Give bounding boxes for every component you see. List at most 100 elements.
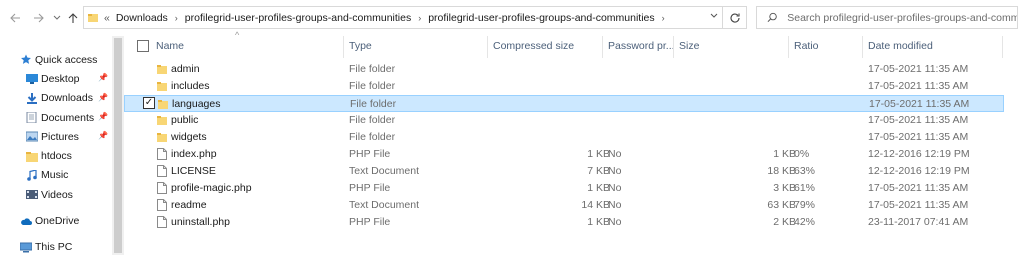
file-password-protected: No xyxy=(608,148,622,160)
pin-icon[interactable]: 📌 xyxy=(98,112,108,121)
file-date-modified: 23-11-2017 07:41 AM xyxy=(868,216,969,228)
file-date-modified: 17-05-2021 11:35 AM xyxy=(868,182,969,194)
column-header-row: ^ Name Type Compressed size Password pr.… xyxy=(124,30,1024,58)
search-input[interactable]: Search profilegrid-user-profiles-groups-… xyxy=(756,6,1018,29)
file-row[interactable]: includes File folder 17-05-2021 11:35 AM xyxy=(124,78,1004,95)
file-size: 18 KB xyxy=(767,165,796,177)
address-overflow[interactable]: « xyxy=(104,12,110,24)
computer-icon xyxy=(20,242,32,253)
column-header-ratio[interactable]: Ratio xyxy=(794,40,819,52)
file-ratio: 0% xyxy=(794,148,810,160)
address-dropdown-icon[interactable] xyxy=(710,11,718,22)
sidebar-item-quick-access[interactable]: Quick access xyxy=(0,50,112,69)
pin-icon[interactable]: 📌 xyxy=(98,131,108,140)
sidebar-item-label: Music xyxy=(41,169,69,182)
file-list: ^ Name Type Compressed size Password pr.… xyxy=(124,30,1024,255)
file-row[interactable]: widgets File folder 17-05-2021 11:35 AM xyxy=(124,129,1004,146)
search-icon xyxy=(767,12,777,23)
column-divider[interactable] xyxy=(602,36,603,58)
file-row[interactable]: LICENSE Text Document 7 KB No 18 KB 63% 12-12-… xyxy=(124,163,1004,180)
pictures-icon xyxy=(26,131,38,142)
column-divider[interactable] xyxy=(862,36,863,58)
sort-ascending-icon: ^ xyxy=(235,30,240,40)
folder-icon xyxy=(88,13,98,22)
file-size: 3 KB xyxy=(773,182,796,194)
sidebar-item-label: Documents xyxy=(41,111,95,124)
column-header-password[interactable]: Password pr... xyxy=(608,40,675,52)
column-header-type[interactable]: Type xyxy=(349,40,372,52)
file-name: LICENSE xyxy=(171,165,216,177)
sidebar-item-documents[interactable]: Documents 📌 xyxy=(0,108,112,127)
file-password-protected: No xyxy=(608,216,622,228)
file-icon xyxy=(157,148,167,160)
sidebar-item-htdocs[interactable]: htdocs xyxy=(0,146,112,165)
chevron-right-icon[interactable]: › xyxy=(175,13,178,23)
file-type: PHP File xyxy=(349,182,391,194)
folder-icon xyxy=(158,98,168,110)
file-row[interactable]: ✓ languages File folder 17-05-2021 11:35 AM xyxy=(124,95,1004,112)
chevron-right-icon[interactable]: › xyxy=(662,13,665,23)
chevron-right-icon[interactable]: › xyxy=(418,13,421,23)
sidebar-item-desktop[interactable]: Desktop 📌 xyxy=(0,69,112,88)
file-type: Text Document xyxy=(349,199,420,211)
file-compressed-size: 1 KB xyxy=(587,182,610,194)
column-header-compressed-size[interactable]: Compressed size xyxy=(493,40,574,52)
file-row[interactable]: index.php PHP File 1 KB No 1 KB 0% 12-12-2016 … xyxy=(124,146,1004,163)
arrow-right-icon[interactable] xyxy=(30,8,48,28)
folder-icon xyxy=(157,114,167,126)
column-divider[interactable] xyxy=(487,36,488,58)
scrollbar-thumb[interactable] xyxy=(114,38,122,253)
file-row[interactable]: profile-magic.php PHP File 1 KB No 3 KB 61% 17… xyxy=(124,180,1004,197)
file-ratio: 61% xyxy=(794,182,816,194)
pin-icon[interactable]: 📌 xyxy=(98,73,108,82)
file-name: includes xyxy=(171,80,210,92)
arrow-up-icon[interactable] xyxy=(64,8,82,28)
videos-icon xyxy=(26,190,38,200)
navigation-bar: « Downloads › profilegrid-user-profiles-… xyxy=(0,0,1024,36)
file-icon xyxy=(157,216,167,228)
file-date-modified: 12-12-2016 12:19 PM xyxy=(868,165,970,177)
file-compressed-size: 1 KB xyxy=(587,216,610,228)
breadcrumb-current[interactable]: profilegrid-user-profiles-groups-and-com… xyxy=(428,12,654,24)
file-compressed-size: 14 KB xyxy=(581,199,610,211)
row-checkbox[interactable]: ✓ xyxy=(143,97,155,109)
column-divider[interactable] xyxy=(673,36,674,58)
file-date-modified: 12-12-2016 12:19 PM xyxy=(868,148,970,160)
sidebar-item-pictures[interactable]: Pictures 📌 xyxy=(0,127,112,146)
file-row[interactable]: readme Text Document 14 KB No 63 KB 79% 17-05-… xyxy=(124,197,1004,214)
file-row[interactable]: public File folder 17-05-2021 11:35 AM xyxy=(124,112,1004,129)
file-row[interactable]: admin File folder 17-05-2021 11:35 AM xyxy=(124,61,1004,78)
sidebar-item-videos[interactable]: Videos xyxy=(0,185,112,204)
file-password-protected: No xyxy=(608,199,622,211)
file-row[interactable]: uninstall.php PHP File 1 KB No 2 KB 42% 23-11-… xyxy=(124,214,1004,231)
file-date-modified: 17-05-2021 11:35 AM xyxy=(868,80,969,92)
breadcrumb-parent[interactable]: profilegrid-user-profiles-groups-and-com… xyxy=(185,12,411,24)
column-divider[interactable] xyxy=(343,36,344,58)
sidebar-scrollbar[interactable] xyxy=(112,36,124,255)
music-icon xyxy=(27,169,37,181)
file-ratio: 42% xyxy=(794,216,816,228)
arrow-left-icon[interactable] xyxy=(6,8,24,28)
column-header-name[interactable]: Name xyxy=(156,40,184,52)
file-type: File folder xyxy=(349,63,396,75)
sidebar-item-downloads[interactable]: Downloads 📌 xyxy=(0,89,112,108)
column-header-size[interactable]: Size xyxy=(679,40,699,52)
breadcrumb-downloads[interactable]: Downloads xyxy=(116,12,168,24)
file-name: languages xyxy=(172,98,221,110)
sidebar-item-label: Downloads xyxy=(41,92,93,105)
sidebar-item-this-pc[interactable]: This PC xyxy=(0,238,112,255)
folder-icon xyxy=(157,131,167,143)
file-size: 2 KB xyxy=(773,216,796,228)
refresh-icon[interactable] xyxy=(722,6,746,29)
sidebar-item-onedrive[interactable]: OneDrive xyxy=(0,211,112,230)
column-divider[interactable] xyxy=(1002,36,1003,58)
download-icon xyxy=(27,92,37,104)
select-all-checkbox[interactable] xyxy=(137,40,149,52)
navigation-pane: Quick access Desktop 📌 Downloads 📌 Docum… xyxy=(0,36,112,255)
address-bar[interactable]: « Downloads › profilegrid-user-profiles-… xyxy=(83,6,747,29)
column-header-date-modified[interactable]: Date modified xyxy=(868,40,933,52)
pin-icon[interactable]: 📌 xyxy=(98,93,108,102)
sidebar-item-music[interactable]: Music xyxy=(0,166,112,185)
column-divider[interactable] xyxy=(788,36,789,58)
